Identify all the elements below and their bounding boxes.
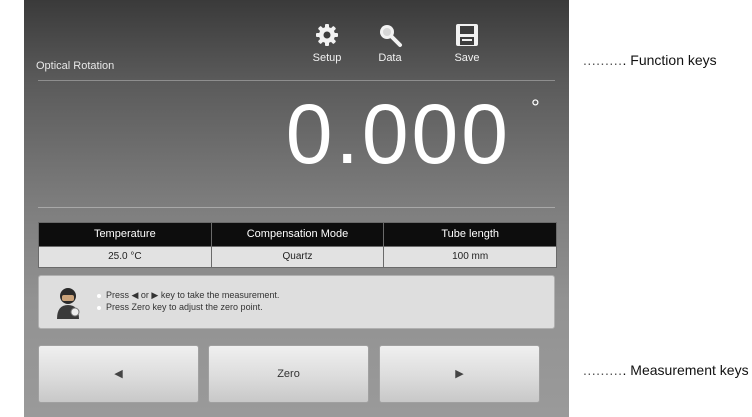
leader-dots: ......... [583,362,623,378]
compensation-mode-header: Compensation Mode [211,223,384,246]
guidance-text-1: Press ◀ or ▶ key to take the measurement… [106,290,280,300]
measurement-info-table: Temperature Compensation Mode Tube lengt… [38,222,557,268]
left-arrow-icon: ◀ [114,368,123,380]
tube-length-header: Tube length [384,223,556,246]
reading-divider [38,207,555,208]
setup-label: Setup [312,52,342,64]
measurement-keys-caption: . Measurement keys [622,362,749,378]
tube-length-value: 100 mm [384,247,556,267]
guidance-line-2: Press Zero key to adjust the zero point. [97,302,263,312]
setup-button[interactable]: Setup [297,22,357,64]
zero-button[interactable]: Zero [208,345,369,403]
header-divider [38,80,555,81]
temperature-value: 25.0 °C [39,247,211,267]
leader-dots: ......... [583,52,623,68]
rotation-reading: 0.000 [285,87,511,181]
gear-icon [316,24,338,46]
function-keys-annotation: .......... Function keys [583,52,717,68]
right-arrow-icon: ▶ [455,368,464,380]
save-label: Save [454,52,480,64]
function-keys-caption: . Function keys [622,52,717,68]
instrument-screen: Optical Rotation Setup Data Save 0.000 °… [24,0,569,417]
operator-icon [57,288,80,319]
compensation-mode-value: Quartz [211,247,384,267]
temperature-header: Temperature [39,223,211,246]
magnifier-icon [380,25,402,47]
zero-label: Zero [277,368,300,380]
guidance-line-1: Press ◀ or ▶ key to take the measurement… [97,290,279,301]
app-title: Optical Rotation [36,60,115,72]
left-measure-button[interactable]: ◀ [38,345,199,403]
degree-unit: ° [531,95,540,120]
guidance-text-2: Press Zero key to adjust the zero point. [106,302,263,312]
save-button[interactable]: Save [437,22,497,64]
floppy-disk-icon [456,24,478,46]
measurement-keys-annotation: .......... Measurement keys [583,362,749,378]
bullet-icon [97,293,101,298]
data-label: Data [378,52,402,64]
right-measure-button[interactable]: ▶ [379,345,540,403]
data-button[interactable]: Data [360,22,420,64]
bullet-icon [97,305,101,310]
guidance-box: Press ◀ or ▶ key to take the measurement… [38,275,555,329]
